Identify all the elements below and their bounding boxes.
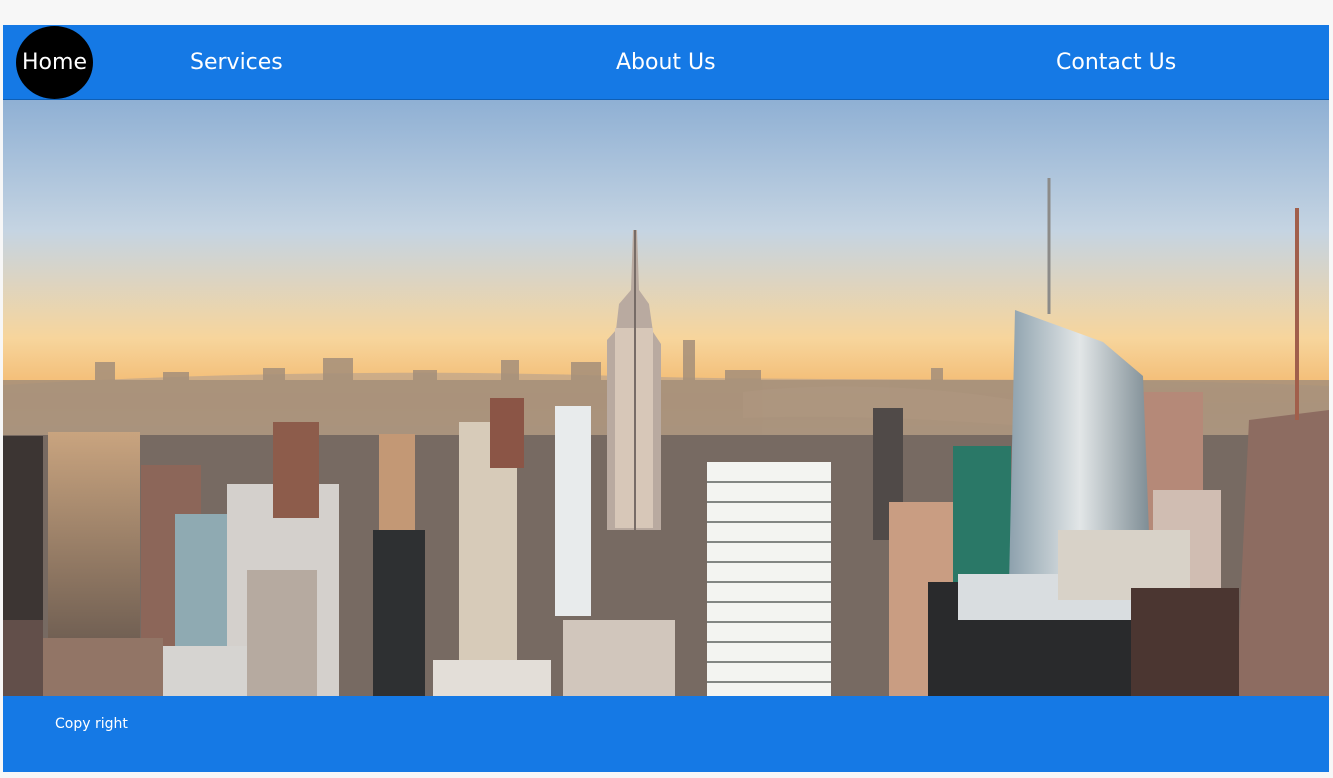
home-link[interactable]: Home xyxy=(16,26,93,99)
contact-us-link[interactable]: Contact Us xyxy=(1056,25,1176,100)
hero-city-image xyxy=(3,100,1329,696)
footer: Copy right xyxy=(3,696,1329,772)
main-navigation-bar: Home Services About Us Contact Us xyxy=(3,25,1329,100)
web-page: Home Services About Us Contact Us Copy r… xyxy=(0,0,1333,778)
copyright-text: Copy right xyxy=(55,716,128,732)
services-link[interactable]: Services xyxy=(190,25,283,100)
city-skyline-photo-icon xyxy=(3,100,1329,696)
about-us-link[interactable]: About Us xyxy=(616,25,716,100)
